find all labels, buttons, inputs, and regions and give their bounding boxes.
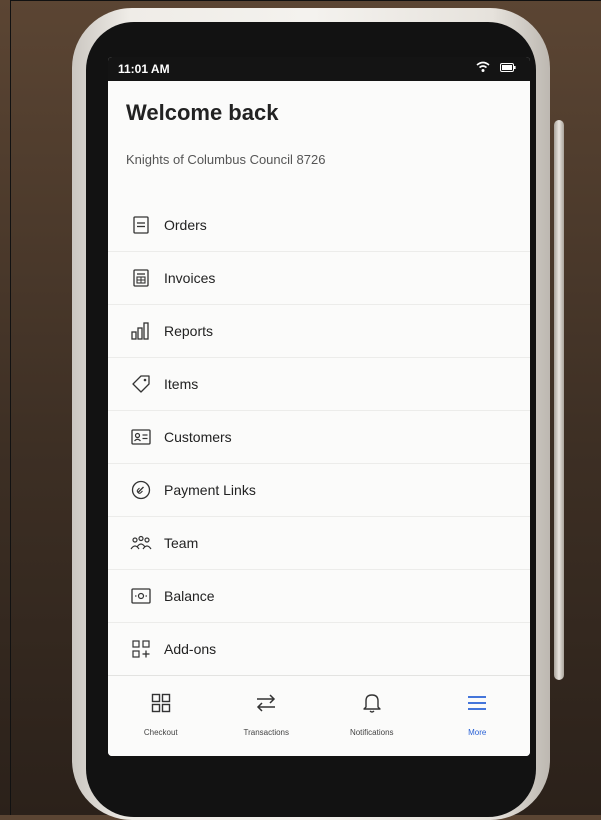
invoices-icon: [130, 267, 152, 289]
tab-label: Notifications: [349, 728, 394, 737]
hamburger-menu-icon: [465, 691, 489, 715]
menu-item-label: Customers: [164, 429, 232, 445]
grid-icon: [149, 691, 173, 715]
swap-arrows-icon: [254, 691, 278, 715]
status-bar: 11:01 AM: [108, 57, 530, 81]
menu-item-label: Items: [164, 376, 199, 392]
tab-notifications[interactable]: Notifications: [319, 676, 425, 756]
page-title: Welcome back: [126, 100, 279, 125]
bottom-tab-bar: Checkout Transactions Notifications More: [108, 675, 530, 756]
bell-icon: [360, 691, 384, 715]
balance-icon: [130, 585, 152, 607]
menu-list: Orders Invoices Reports Items Customers: [108, 199, 530, 676]
menu-item-label: Team: [164, 535, 199, 551]
team-icon: [130, 532, 152, 554]
tab-label: More: [468, 728, 487, 737]
menu-item-label: Balance: [164, 588, 215, 604]
add-ons-icon: [130, 638, 152, 660]
items-tag-icon: [130, 373, 152, 395]
menu-item-label: Invoices: [164, 270, 216, 286]
tab-more[interactable]: More: [425, 676, 531, 756]
menu-item-label: Reports: [164, 323, 214, 339]
tab-transactions[interactable]: Transactions: [214, 676, 320, 756]
menu-item-customers[interactable]: Customers: [108, 411, 530, 464]
customers-card-icon: [130, 426, 152, 448]
reports-icon: [130, 320, 152, 342]
menu-item-add-ons[interactable]: Add-ons: [108, 623, 530, 676]
menu-item-label: Add-ons: [164, 641, 217, 657]
battery-icon: [500, 63, 516, 72]
menu-item-payment-links[interactable]: Payment Links: [108, 464, 530, 517]
wifi-icon: [476, 61, 490, 72]
menu-item-team[interactable]: Team: [108, 517, 530, 570]
menu-item-label: Payment Links: [164, 482, 256, 498]
menu-item-balance[interactable]: Balance: [108, 570, 530, 623]
organization-name: Knights of Columbus Council 8726: [126, 152, 326, 167]
tab-checkout[interactable]: Checkout: [108, 676, 214, 756]
menu-item-invoices[interactable]: Invoices: [108, 252, 530, 305]
tab-label: Transactions: [243, 728, 290, 737]
device-side-strip: [554, 120, 564, 680]
menu-item-items[interactable]: Items: [108, 358, 530, 411]
menu-item-label: Orders: [164, 217, 207, 233]
screen: 11:01 AM Welcome back Knights of Columbu…: [108, 57, 530, 756]
payment-links-icon: [130, 479, 152, 501]
status-time: 11:01 AM: [118, 62, 170, 76]
tab-label: Checkout: [143, 728, 178, 737]
menu-item-orders[interactable]: Orders: [108, 199, 530, 252]
menu-item-reports[interactable]: Reports: [108, 305, 530, 358]
orders-icon: [130, 214, 152, 236]
